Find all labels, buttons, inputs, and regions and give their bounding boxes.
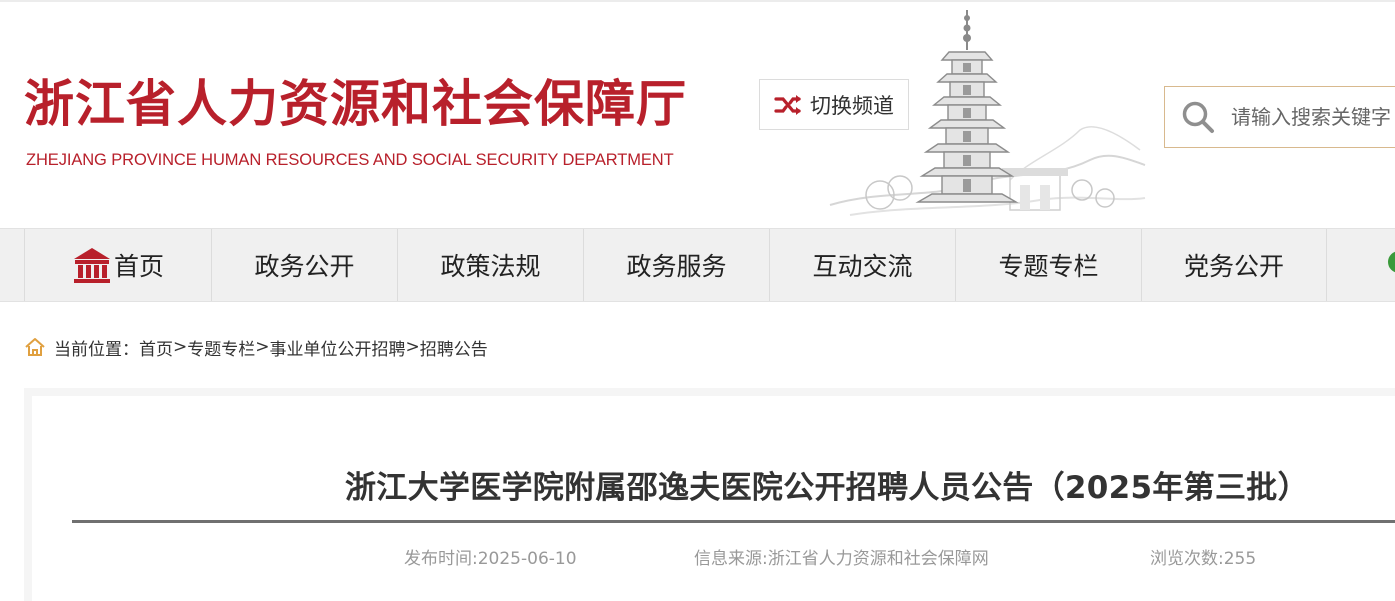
breadcrumb-item-public-recruitment[interactable]: 事业单位公开招聘 (270, 335, 406, 360)
nav-item-home[interactable]: 首页 (24, 229, 211, 301)
nav-item-label: 互动交流 (812, 252, 913, 281)
breadcrumb-item-special-topics[interactable]: 专题专栏 (187, 335, 255, 360)
nav-item-label: 政务服务 (626, 252, 727, 281)
site-logo-english[interactable]: ZHEJIANG PROVINCE HUMAN RESOURCES AND SO… (26, 151, 674, 170)
article-title: 浙江大学医学院附属邵逸夫医院公开招聘人员公告（2025年第三批） (345, 470, 1309, 506)
breadcrumb-separator: > (173, 337, 188, 357)
nav-overflow-icon[interactable] (1388, 251, 1395, 273)
title-divider (72, 520, 1395, 523)
home-icon (25, 338, 45, 356)
search-box (1164, 86, 1395, 148)
search-icon[interactable] (1165, 87, 1231, 147)
nav-item-party-affairs[interactable]: 党务公开 (1141, 229, 1327, 301)
home-building-icon (73, 248, 110, 283)
publish-time: 发布时间:2025-06-10 (404, 549, 577, 569)
nav-item-special-topics[interactable]: 专题专栏 (955, 229, 1141, 301)
pagoda-illustration (829, 10, 1146, 216)
nav-item-policies[interactable]: 政策法规 (397, 229, 583, 301)
breadcrumb-prefix: 当前位置： (54, 339, 139, 360)
nav-item-label: 专题专栏 (998, 252, 1099, 281)
breadcrumb-item-home[interactable]: 首页 (139, 335, 173, 360)
search-input[interactable] (1231, 105, 1395, 129)
breadcrumb-separator: > (405, 337, 420, 357)
view-count: 浏览次数:255 (1150, 549, 1257, 569)
breadcrumb: 当前位置： 首页 > 专题专栏 > 事业单位公开招聘 > 招聘公告 (24, 334, 488, 360)
site-logo-chinese[interactable]: 浙江省人力资源和社会保障厅 (24, 64, 687, 136)
shuffle-icon (774, 94, 801, 115)
nav-item-label: 政务公开 (254, 252, 355, 281)
site-header: 浙江省人力资源和社会保障厅 ZHEJIANG PROVINCE HUMAN RE… (0, 0, 1395, 228)
nav-item-interaction[interactable]: 互动交流 (769, 229, 955, 301)
main-nav: 首页 政务公开 政策法规 政务服务 互动交流 专题专栏 党务公开 (0, 228, 1395, 302)
nav-item-label: 政策法规 (440, 252, 541, 281)
breadcrumb-separator: > (255, 337, 270, 357)
nav-item-label: 党务公开 (1183, 252, 1284, 281)
nav-item-services[interactable]: 政务服务 (583, 229, 769, 301)
breadcrumb-item-recruitment-notices[interactable]: 招聘公告 (420, 335, 488, 360)
nav-item-label: 首页 (113, 252, 164, 281)
nav-item-government-affairs[interactable]: 政务公开 (211, 229, 397, 301)
info-source: 信息来源:浙江省人力资源和社会保障网 (694, 549, 989, 569)
